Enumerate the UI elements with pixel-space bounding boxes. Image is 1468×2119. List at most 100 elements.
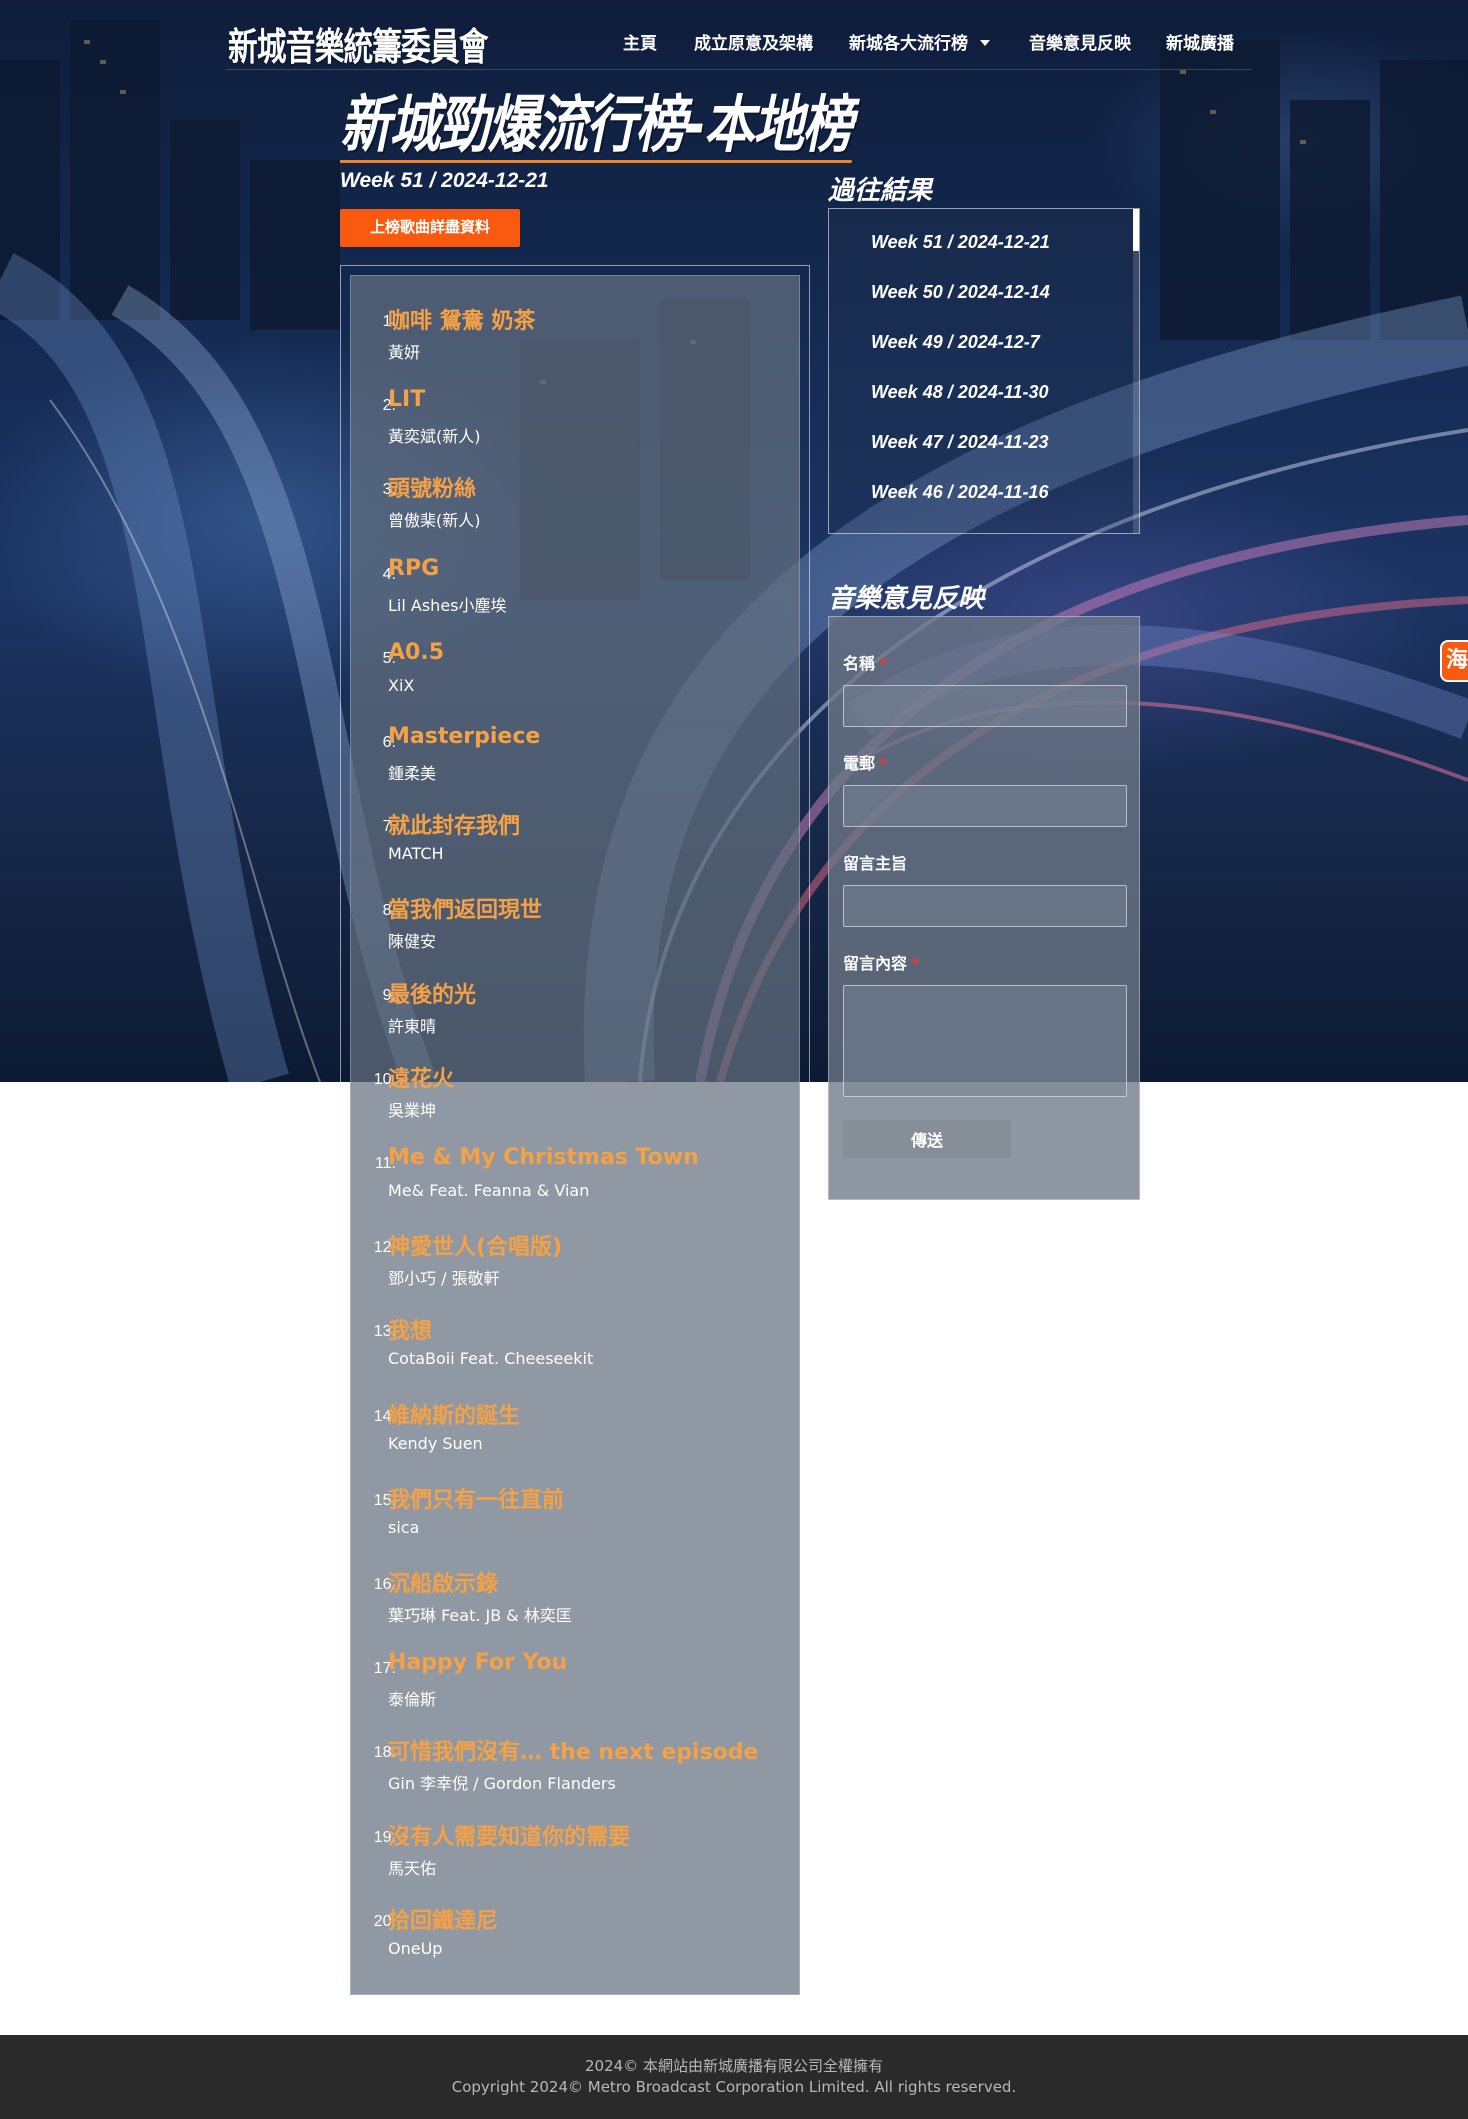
nav-item-about[interactable]: 成立原意及架構 [694,29,813,54]
song-title[interactable]: Happy For You [388,1650,567,1675]
send-button[interactable]: 傳送 [843,1120,1011,1158]
nav-item-charts[interactable]: 新城各大流行榜 [849,29,990,54]
song-row[interactable]: 6. Masterpiece 鍾柔美 [358,724,798,804]
feedback-heading: 音樂意見反映 [828,583,985,613]
song-artist: 馬天佑 [388,1859,437,1878]
song-row[interactable]: 10. 遠花火 吳業坤 [358,1061,798,1141]
song-artist: 黃妍 [388,343,421,362]
song-row[interactable]: 9. 最後的光 許東晴 [358,977,798,1057]
message-field[interactable] [843,985,1127,1097]
song-artist: Gin 李幸倪 / Gordon Flanders [388,1774,616,1793]
song-title[interactable]: 咖啡 鴛鴦 奶茶 [388,303,535,335]
song-title[interactable]: 維納斯的誕生 [388,1398,520,1430]
song-row[interactable]: 13. 我想 CotaBoii Feat. Cheeseekit [358,1313,798,1393]
song-title[interactable]: 頭號粉絲 [388,471,476,503]
song-row[interactable]: 16. 沉船啟示錄 葉巧琳 Feat. JB & 林奕匡 [358,1566,798,1646]
song-title[interactable]: RPG [388,556,439,581]
name-label: 名稱 * [843,650,887,674]
song-title[interactable]: 當我們返回現世 [388,892,542,924]
nav-item-home[interactable]: 主頁 [623,29,657,54]
song-row[interactable]: 7. 就此封存我們 MATCH [358,808,798,888]
side-floating-tab[interactable]: 海 [1440,640,1468,682]
song-artist: 黃奕斌(新人) [388,427,481,446]
message-label-text: 留言內容 [843,954,908,973]
song-row[interactable]: 11. Me & My Christmas Town Me& Feat. Feann… [358,1145,798,1225]
song-artist: 泰倫斯 [388,1690,437,1709]
footer-ownership: 2024© 本網站由新城廣播有限公司全權擁有 [585,2057,883,2075]
song-artist: CotaBoii Feat. Cheeseekit [388,1349,594,1368]
song-artist: 曾傲棐(新人) [388,511,481,530]
email-label: 電郵 * [843,750,887,774]
email-label-text: 電郵 [843,754,876,773]
subject-field[interactable] [843,885,1127,927]
past-week-item[interactable]: Week 51 / 2024-12-21 [871,232,1050,253]
chevron-down-icon [980,39,990,46]
scrollbar-thumb[interactable] [1133,209,1139,251]
song-artist: 鍾柔美 [388,764,437,783]
song-artist: Lil Ashes小塵埃 [388,596,507,615]
feedback-form: 名稱 * 電郵 * 留言主旨 留言內容 * 傳送 [828,616,1140,1200]
footer: 2024© 本網站由新城廣播有限公司全權擁有 Copyright 2024© M… [0,2035,1468,2119]
song-title[interactable]: 神愛世人(合唱版) [388,1229,562,1261]
nav-item-feedback[interactable]: 音樂意見反映 [1029,29,1131,54]
required-mark: * [911,954,920,973]
song-title[interactable]: A0.5 [388,640,444,665]
song-row[interactable]: 15. 我們只有一往直前 sica [358,1482,798,1562]
song-artist: XiX [388,676,415,695]
song-row[interactable]: 14. 維納斯的誕生 Kendy Suen [358,1398,798,1478]
song-artist: sica [388,1518,420,1537]
song-title[interactable]: 可惜我們沒有… the next episode [388,1734,758,1766]
song-row[interactable]: 1. 咖啡 鴛鴦 奶茶 黃妍 [358,303,798,383]
nav-item-metro-broadcast[interactable]: 新城廣播 [1166,29,1234,54]
song-artist: Me& Feat. Feanna & Vian [388,1181,590,1200]
song-row[interactable]: 20. 拾回鐵達尼 OneUp [358,1903,798,1983]
song-title[interactable]: 沒有人需要知道你的需要 [388,1819,630,1851]
past-week-item[interactable]: Week 48 / 2024-11-30 [871,382,1048,403]
song-title[interactable]: Masterpiece [388,724,540,749]
past-week-item[interactable]: Week 50 / 2024-12-14 [871,282,1050,303]
song-artist: MATCH [388,844,444,863]
song-title[interactable]: LIT [388,387,425,412]
song-title[interactable]: 就此封存我們 [388,808,520,840]
past-week-item[interactable]: Week 47 / 2024-11-23 [871,432,1048,453]
page-title: 新城勁爆流行榜-本地榜 [340,88,853,163]
song-row[interactable]: 8. 當我們返回現世 陳健安 [358,892,798,972]
footer-copyright: Copyright 2024© Metro Broadcast Corporat… [451,2078,1017,2096]
required-mark: * [879,754,888,773]
song-title[interactable]: 我們只有一往直前 [388,1482,564,1514]
song-artist: 陳健安 [388,932,437,951]
song-row[interactable]: 3. 頭號粉絲 曾傲棐(新人) [358,471,798,551]
song-artist: Kendy Suen [388,1434,483,1453]
song-row[interactable]: 2. LIT 黃奕斌(新人) [358,387,798,467]
past-week-item[interactable]: Week 46 / 2024-11-16 [871,482,1048,503]
past-week-item[interactable]: Week 49 / 2024-12-7 [871,332,1040,353]
song-row[interactable]: 12. 神愛世人(合唱版) 鄧小巧 / 張敬軒 [358,1229,798,1309]
song-title[interactable]: 遠花火 [388,1061,454,1093]
past-results-scrollbar[interactable] [1133,209,1139,533]
message-label: 留言內容 * [843,950,919,974]
name-field[interactable] [843,685,1127,727]
song-row[interactable]: 4. RPG Lil Ashes小塵埃 [358,556,798,636]
song-row[interactable]: 19. 沒有人需要知道你的需要 馬天佑 [358,1819,798,1899]
song-details-button[interactable]: 上榜歌曲詳盡資料 [340,209,520,247]
song-title[interactable]: Me & My Christmas Town [388,1145,699,1170]
song-artist: 吳業坤 [388,1101,437,1120]
nav-item-charts-label: 新城各大流行榜 [849,34,968,53]
song-title[interactable]: 拾回鐵達尼 [388,1903,498,1935]
song-title[interactable]: 我想 [388,1313,432,1345]
song-title[interactable]: 沉船啟示錄 [388,1566,498,1598]
song-artist: 許東晴 [388,1017,437,1036]
required-mark: * [879,654,888,673]
song-row[interactable]: 18. 可惜我們沒有… the next episode Gin 李幸倪 / Gor… [358,1734,798,1814]
site-logo[interactable]: 新城音樂統籌委員會 [228,16,489,71]
song-row[interactable]: 17. Happy For You 泰倫斯 [358,1650,798,1730]
email-field[interactable] [843,785,1127,827]
current-week-label: Week 51 / 2024-12-21 [340,169,549,192]
song-artist: OneUp [388,1939,443,1958]
subject-label: 留言主旨 [843,854,908,873]
song-row[interactable]: 5. A0.5 XiX [358,640,798,720]
song-title[interactable]: 最後的光 [388,977,476,1009]
song-artist: 鄧小巧 / 張敬軒 [388,1269,500,1288]
song-artist: 葉巧琳 Feat. JB & 林奕匡 [388,1606,572,1625]
name-label-text: 名稱 [843,654,876,673]
